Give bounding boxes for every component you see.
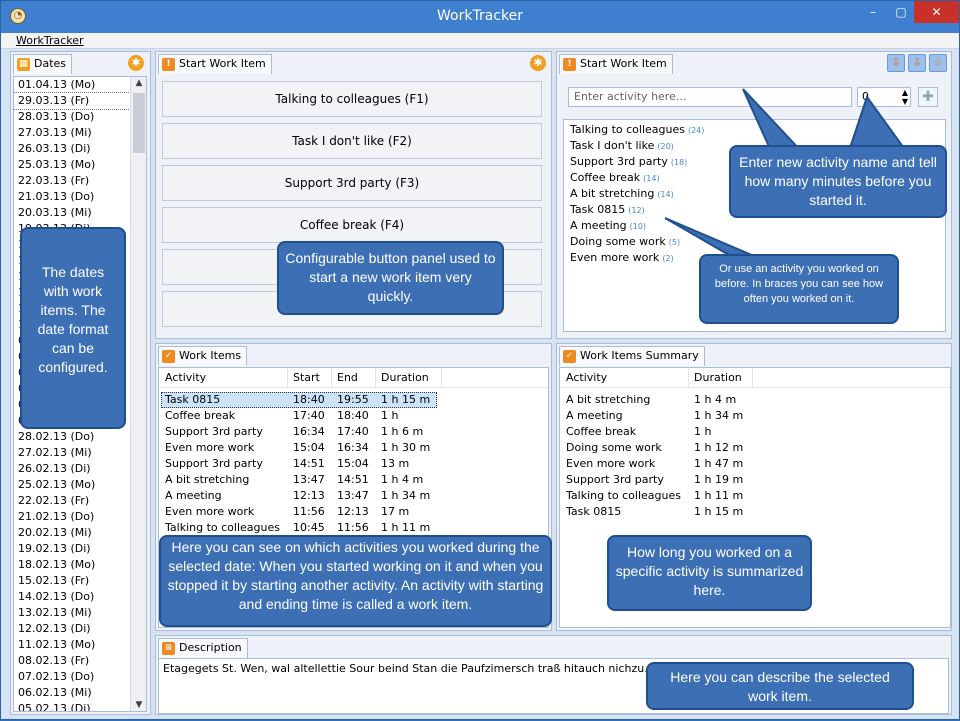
callout-button-panel: Configurable button panel used to start …	[277, 241, 504, 315]
callout-new-activity: Enter new activity name and tell how man…	[729, 145, 947, 218]
callout-previous-activity: Or use an activity you worked on before.…	[699, 254, 899, 324]
callout-dates: The dates with work items. The date form…	[20, 227, 126, 429]
callout-work-items: Here you can see on which activities you…	[159, 535, 552, 627]
callout-summary: How long you worked on a specific activi…	[607, 535, 812, 611]
callout-description: Here you can describe the selected work …	[646, 662, 914, 710]
app-window: ◔ WorkTracker – ▢ ✕ WorkTracker ▦ Dates …	[0, 0, 960, 720]
